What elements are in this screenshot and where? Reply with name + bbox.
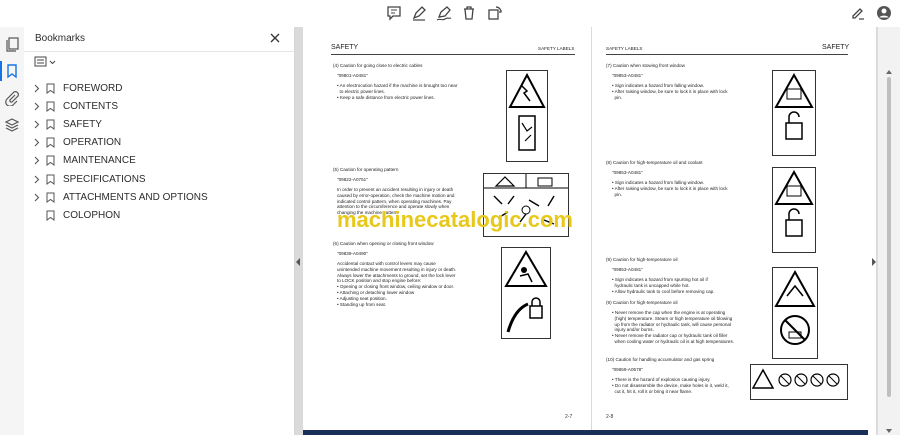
top-toolbar — [0, 0, 900, 28]
panel-title: Bookmarks — [35, 33, 86, 44]
label-code: "09853-A0481" — [612, 170, 643, 175]
chevron-right-icon[interactable] — [32, 175, 41, 184]
vertical-scrollbar[interactable] — [877, 27, 900, 435]
label-code: "09839-A0490" — [337, 251, 368, 256]
sign-icon[interactable] — [850, 5, 866, 21]
watermark: machinecatalogic.com — [337, 207, 573, 232]
chevron-right-icon[interactable] — [32, 156, 41, 165]
electric-hazard-label — [506, 70, 548, 162]
bookmark-maintenance[interactable]: MAINTENANCE — [32, 152, 136, 168]
section-body: • Never remove the cap when the engine i… — [612, 310, 735, 344]
bookmark-label: SAFETY — [63, 118, 102, 130]
delete-icon[interactable] — [461, 5, 477, 21]
document-viewer: SAFETY SAFETY LABELS (4) Caution for goi… — [295, 27, 877, 435]
highlight-pen-icon[interactable] — [411, 5, 427, 21]
label-code: "09853-A0481" — [612, 73, 643, 78]
page-number: 2-8 — [606, 414, 614, 420]
comment-icon[interactable] — [386, 5, 402, 21]
rotate-icon[interactable] — [487, 5, 503, 21]
page-header-right: SAFETY — [822, 44, 850, 51]
label-code: "09853-A0481" — [612, 267, 643, 272]
bookmark-operation[interactable]: OPERATION — [32, 134, 121, 150]
bookmark-icon — [46, 119, 55, 130]
bookmark-attachments-and-options[interactable]: ATTACHMENTS AND OPTIONS — [32, 189, 208, 205]
bookmark-label: CONTENTS — [63, 100, 118, 112]
bookmark-icon — [46, 155, 55, 166]
close-icon[interactable] — [269, 31, 281, 43]
header-rule — [606, 54, 848, 55]
section-title: (6) Caution when opening or closing fron… — [333, 241, 434, 246]
bookmark-rail-icon[interactable] — [4, 63, 20, 79]
chevron-right-icon[interactable] — [32, 102, 41, 111]
bookmark-label: MAINTENANCE — [63, 154, 136, 166]
section-title: (7) Caution when stowing front window — [606, 63, 685, 68]
section-title: (9) Caution for high-temperature oil — [606, 257, 678, 262]
bookmark-colophon[interactable]: COLOPHON — [32, 207, 120, 223]
collapse-left-panel-icon[interactable] — [295, 253, 301, 266]
page-number: 2-7 — [565, 414, 573, 420]
left-tool-rail — [0, 27, 25, 435]
bookmark-icon — [46, 210, 55, 221]
section-title: (5) Caution for operating pattern — [333, 167, 399, 172]
account-icon[interactable] — [876, 5, 892, 21]
section-body: • Sign indicates a hazard from falling w… — [612, 83, 728, 100]
scroll-thumb[interactable] — [887, 77, 891, 397]
section-title: (4) Caution for going close to electric … — [333, 63, 423, 68]
bookmark-contents[interactable]: CONTENTS — [32, 98, 118, 114]
bookmark-icon — [46, 192, 55, 203]
section-body: • An electrocution hazard if the machine… — [337, 83, 458, 100]
section-title: (8) Caution for high-temperature oil and… — [606, 160, 703, 165]
bookmark-label: OPERATION — [63, 136, 122, 148]
section-body: • Sign indicates a hazard from falling w… — [612, 180, 728, 197]
bookmark-specifications[interactable]: SPECIFICATIONS — [32, 171, 146, 187]
section-title: (10) Caution for handling accumulator an… — [606, 357, 715, 362]
bookmark-safety[interactable]: SAFETY — [32, 116, 102, 132]
chevron-right-icon[interactable] — [32, 193, 41, 202]
hot-oil-label — [772, 267, 818, 359]
bookmark-options-button[interactable] — [34, 55, 58, 69]
panel-divider — [24, 51, 294, 52]
scroll-down-icon[interactable] — [885, 422, 893, 433]
bookmarks-panel: Bookmarks FOREWORD CONTENTS SAFETY OPERA… — [24, 27, 295, 435]
page-2-7: SAFETY SAFETY LABELS (4) Caution for goi… — [303, 27, 591, 435]
bookmark-label: FOREWORD — [63, 82, 123, 94]
chevron-right-icon[interactable] — [32, 120, 41, 129]
label-code: "09822-A0751" — [337, 177, 368, 182]
bookmark-icon — [46, 101, 55, 112]
page-2-8: SAFETY LABELS SAFETY (7) Caution when st… — [592, 27, 876, 435]
chevron-right-icon[interactable] — [32, 138, 41, 147]
section-body: Accidental contact with control levers m… — [337, 261, 457, 307]
accumulator-label — [750, 364, 848, 400]
bookmark-icon — [46, 174, 55, 185]
attachment-icon[interactable] — [4, 90, 20, 107]
bookmark-icon — [46, 137, 55, 148]
active-rail-indicator — [0, 61, 2, 81]
page-header-left: SAFETY — [331, 44, 359, 51]
bookmark-foreword[interactable]: FOREWORD — [32, 80, 122, 96]
section-body: • Sign indicates a hazard from spurting … — [612, 277, 715, 294]
bookmark-label: SPECIFICATIONS — [63, 173, 146, 185]
draw-icon[interactable] — [436, 5, 452, 21]
bookmark-label: ATTACHMENTS AND OPTIONS — [63, 191, 208, 203]
horizontal-scroll-strip[interactable] — [303, 430, 868, 435]
window-lock-label — [772, 167, 816, 253]
label-code: "09659-A0578" — [612, 367, 643, 372]
bookmark-icon — [46, 83, 55, 94]
bookmark-label: COLOPHON — [63, 209, 121, 221]
layers-icon[interactable] — [4, 117, 20, 133]
header-rule — [331, 54, 575, 55]
front-window-label — [501, 247, 551, 339]
section-title: (9) Caution for high-temperature oil — [606, 300, 678, 305]
window-stow-label — [772, 70, 816, 156]
label-code: "09801-A0481" — [337, 73, 368, 78]
section-body: • There is the hazard of explosion causi… — [612, 377, 729, 394]
pages-thumbnails-icon[interactable] — [4, 36, 20, 52]
scroll-up-icon[interactable] — [885, 63, 893, 74]
chevron-right-icon[interactable] — [32, 84, 41, 93]
